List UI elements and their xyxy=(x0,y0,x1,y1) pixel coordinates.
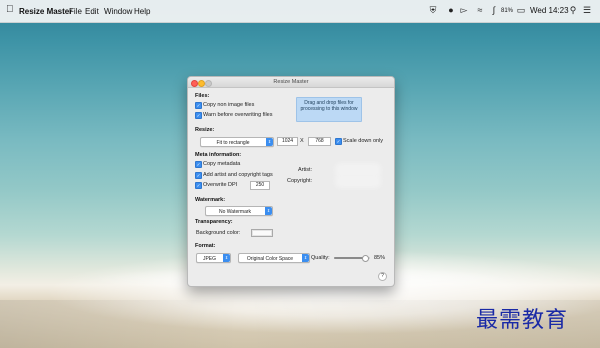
apple-menu-icon[interactable]:  xyxy=(6,5,14,15)
overwrite-dpi-checkbox[interactable]: ✓ xyxy=(195,182,202,189)
resize-master-window: Resize Master Files: ✓ Copy non image fi… xyxy=(187,76,395,287)
dpi-input[interactable]: 250 xyxy=(250,181,270,190)
notification-center-icon[interactable]: ☰ xyxy=(582,5,592,15)
artist-input[interactable] xyxy=(338,166,378,174)
menu-help[interactable]: Help xyxy=(134,7,150,16)
menu-bar:  Resize Master File Edit Window Help ⛨ … xyxy=(0,0,600,23)
height-input[interactable]: 768 xyxy=(308,137,331,146)
format-type-popup[interactable]: JPEG ⇕ xyxy=(196,253,231,263)
window-titlebar[interactable]: Resize Master xyxy=(188,77,394,88)
drop-zone-text: Drag and drop files for processing to th… xyxy=(300,100,358,112)
quality-slider-knob[interactable] xyxy=(362,255,370,262)
menu-edit[interactable]: Edit xyxy=(85,7,99,16)
dimension-separator: X xyxy=(300,138,304,144)
battery-percent[interactable]: 81% xyxy=(501,5,513,17)
width-input[interactable]: 1024 xyxy=(277,137,298,146)
copy-metadata-label: Copy metadata xyxy=(203,161,241,167)
watermark-section-header: Watermark: xyxy=(195,197,226,203)
spotlight-search-icon[interactable]: ⚲ xyxy=(568,5,578,15)
artist-label: Artist: xyxy=(298,167,313,173)
watermark-popup[interactable]: No Watermark ⇕ xyxy=(205,206,273,216)
record-status-icon[interactable]: ● xyxy=(446,5,456,15)
wifi-icon[interactable]: ≈ xyxy=(475,5,485,15)
help-button[interactable]: ? xyxy=(378,272,387,281)
scale-down-only-checkbox[interactable]: ✓ xyxy=(335,138,342,145)
format-type-value: JPEG xyxy=(202,255,217,262)
copy-non-image-checkbox[interactable]: ✓ xyxy=(195,102,202,109)
quality-slider-fill xyxy=(334,257,365,259)
menu-window[interactable]: Window xyxy=(104,7,132,16)
background-color-well[interactable] xyxy=(251,229,273,237)
quality-value: 85% xyxy=(374,255,386,261)
format-section-header: Format: xyxy=(195,243,216,249)
battery-icon[interactable]: ▭ xyxy=(516,5,526,15)
window-title: Resize Master xyxy=(273,79,309,85)
meta-section-header: Meta information: xyxy=(195,152,242,158)
background-color-label: Background color: xyxy=(196,230,241,236)
warn-overwrite-checkbox[interactable]: ✓ xyxy=(195,112,202,119)
copy-non-image-label: Copy non image files xyxy=(203,102,255,108)
resize-mode-popup[interactable]: Fit to rectangle ⇕ xyxy=(200,137,274,147)
quality-slider[interactable] xyxy=(334,255,370,262)
popup-arrows-icon: ⇕ xyxy=(266,138,273,146)
bluetooth-icon[interactable]: ∫ xyxy=(489,5,499,15)
copy-metadata-checkbox[interactable]: ✓ xyxy=(195,161,202,168)
popup-arrows-icon: ⇕ xyxy=(302,254,309,262)
add-tags-checkbox[interactable]: ✓ xyxy=(195,172,202,179)
volume-icon[interactable]: ▻ xyxy=(459,5,469,15)
drop-zone[interactable]: Drag and drop files for processing to th… xyxy=(296,97,362,122)
copyright-label: Copyright: xyxy=(287,178,313,184)
warn-overwrite-label: Warn before overwriting files xyxy=(203,112,273,118)
color-space-popup[interactable]: Original Color Space ⇕ xyxy=(238,253,310,263)
copyright-input[interactable] xyxy=(338,177,378,185)
color-space-value: Original Color Space xyxy=(246,255,294,262)
files-section-header: Files: xyxy=(195,93,210,99)
popup-arrows-icon: ⇕ xyxy=(265,207,272,215)
site-watermark: 最需教育 xyxy=(476,308,569,333)
scale-down-only-label: Scale down only xyxy=(343,138,384,144)
overwrite-dpi-label: Overwrite DPI xyxy=(203,182,238,188)
watermark-value: No Watermark xyxy=(218,208,252,215)
transparency-section-header: Transparency: xyxy=(195,219,233,225)
shield-status-icon[interactable]: ⛨ xyxy=(428,5,438,15)
add-tags-label: Add artist and copyright tags xyxy=(203,172,273,178)
quality-label: Quality: xyxy=(311,255,330,261)
resize-section-header: Resize: xyxy=(195,127,215,133)
menu-app-name[interactable]: Resize Master xyxy=(19,7,72,16)
popup-arrows-icon: ⇕ xyxy=(223,254,230,262)
menubar-clock[interactable]: Wed 14:23 xyxy=(530,5,569,17)
resize-mode-value: Fit to rectangle xyxy=(216,139,250,146)
menu-file[interactable]: File xyxy=(69,7,82,16)
